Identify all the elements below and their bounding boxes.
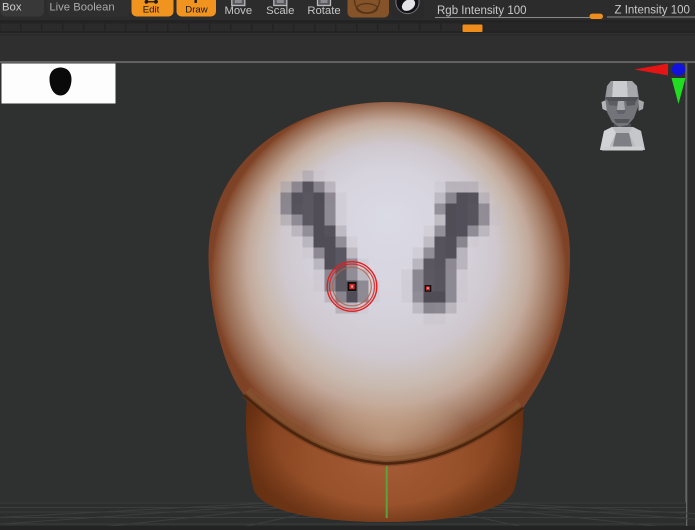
svg-text:Z Intensity 100: Z Intensity 100	[615, 4, 690, 16]
svg-text:Scale: Scale	[266, 5, 294, 17]
svg-text:Move: Move	[224, 5, 252, 17]
svg-text:Edit: Edit	[143, 4, 160, 15]
svg-text:Rotate: Rotate	[307, 5, 340, 17]
svg-text:Box: Box	[2, 2, 22, 14]
svg-text:Draw: Draw	[185, 4, 207, 15]
svg-text:Live Boolean: Live Boolean	[49, 2, 114, 14]
svg-text:Rgb Intensity 100: Rgb Intensity 100	[437, 5, 527, 17]
